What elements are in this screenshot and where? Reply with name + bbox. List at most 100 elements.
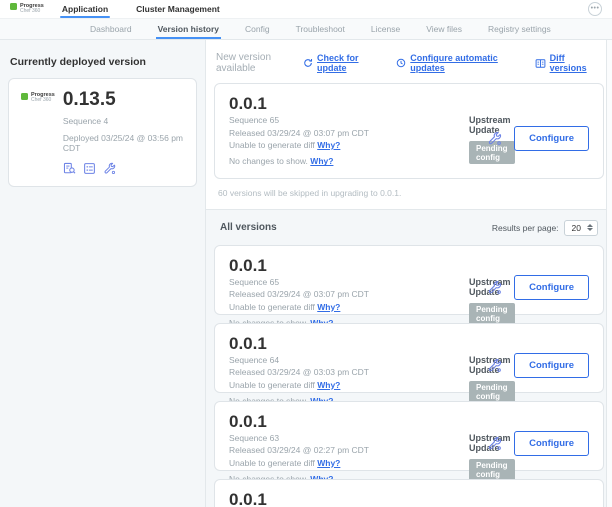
diff-status-line: Unable to generate diff Why? [229, 301, 469, 313]
why-diff-link[interactable]: Why? [317, 380, 340, 390]
deployed-heading: Currently deployed version [10, 56, 195, 68]
deployed-version-card: Progress Chef 360 0.13.5 Sequence 4 Depl… [8, 78, 197, 187]
version-sequence: Sequence 63 [229, 432, 469, 444]
version-row: 0.0.1 Sequence 65 Released 03/29/24 @ 03… [214, 245, 604, 315]
version-released: Released 03/29/24 @ 02:27 pm CDT [229, 444, 469, 456]
version-row: 0.0.1 Sequence 65 Released 03/29/24 @ 03… [214, 83, 604, 179]
main-content: Currently deployed version Progress Chef… [0, 40, 612, 507]
new-version-header: New version available Check for update C… [206, 40, 612, 83]
select-stepper-icon [587, 224, 593, 231]
version-type-block: Upstream Update Pending config [469, 490, 487, 507]
version-type-block: Upstream Update Pending config [469, 94, 487, 168]
ellipsis-menu-icon[interactable]: ••• [588, 2, 602, 16]
diff-status-text: Unable to generate diff [229, 302, 315, 312]
skipped-versions-note: 60 versions will be skipped in upgrading… [206, 179, 612, 209]
version-type-block: Upstream Update Pending config [469, 256, 487, 304]
edit-config-icon[interactable] [487, 131, 502, 146]
top-header: Progress Chef 360 Application Cluster Ma… [0, 0, 612, 18]
configure-button[interactable]: Configure [514, 431, 589, 456]
diff-status-line: Unable to generate diff Why? [229, 457, 469, 469]
app-window: Progress Chef 360 Application Cluster Ma… [0, 0, 612, 507]
version-number: 0.0.1 [229, 412, 469, 432]
release-notes-icon[interactable] [83, 162, 96, 175]
diff-status-text: Unable to generate diff [229, 380, 315, 390]
tab-config[interactable]: Config [245, 19, 270, 39]
version-sequence: Sequence 65 [229, 276, 469, 288]
configure-automatic-updates-link[interactable]: Configure automatic updates [396, 53, 518, 73]
version-info: 0.0.1 Sequence 64 Released 03/29/24 @ 03… [229, 334, 469, 382]
version-released: Released 03/29/24 @ 03:07 pm CDT [229, 288, 469, 300]
version-info: 0.0.1 Sequence 63 Released 03/29/24 @ 02… [229, 412, 469, 460]
version-number: 0.0.1 [229, 490, 469, 507]
version-actions: Configure [487, 256, 589, 304]
diff-icon [535, 58, 546, 69]
edit-config-icon[interactable] [103, 162, 116, 175]
version-info: 0.0.1 Sequence 65 Released 03/29/24 @ 03… [229, 94, 469, 168]
all-versions-heading: All versions [220, 222, 277, 233]
edit-config-icon[interactable] [487, 436, 502, 451]
tab-registry-settings[interactable]: Registry settings [488, 19, 551, 39]
tab-version-history[interactable]: Version history [158, 19, 219, 39]
version-rows-list: 0.0.1 Sequence 65 Released 03/29/24 @ 03… [214, 245, 604, 507]
view-diff-icon[interactable] [63, 162, 76, 175]
upstream-update-label: Upstream Update [469, 355, 487, 375]
version-actions: Configure [487, 490, 589, 507]
version-row: 0.0.1 Sequence 64 Released 03/29/24 @ 03… [214, 323, 604, 393]
refresh-icon [303, 58, 313, 68]
logo-icon [21, 93, 28, 100]
version-sequence: Sequence 65 [229, 114, 469, 126]
tab-license[interactable]: License [371, 19, 400, 39]
deployed-timestamp: Deployed 03/25/24 @ 03:56 pm CDT [63, 133, 184, 153]
upstream-update-label: Upstream Update [469, 277, 487, 297]
deployed-version-number: 0.13.5 [63, 90, 184, 109]
why-diff-link[interactable]: Why? [317, 302, 340, 312]
edit-config-icon[interactable] [487, 358, 502, 373]
configure-button[interactable]: Configure [514, 275, 589, 300]
no-changes-text: No changes to show. [229, 156, 308, 166]
diff-status-line: Unable to generate diff Why? [229, 139, 469, 151]
all-versions-section: All versions Results per page: 20 0.0.1 … [206, 209, 612, 507]
upstream-update-label: Upstream Update [469, 115, 487, 135]
results-per-page-label: Results per page: [492, 223, 559, 233]
configure-button[interactable]: Configure [514, 126, 589, 151]
version-number: 0.0.1 [229, 94, 469, 114]
version-sequence: Sequence 64 [229, 354, 469, 366]
check-for-update-link[interactable]: Check for update [303, 53, 380, 73]
version-type-block: Upstream Update Pending config [469, 412, 487, 460]
version-actions: Configure [487, 94, 589, 168]
tab-application[interactable]: Application [60, 0, 110, 18]
version-info: 0.0.1 Sequence 65 Released 03/29/24 @ 03… [229, 256, 469, 304]
why-diff-link[interactable]: Why? [317, 140, 340, 150]
app-logo: Progress Chef 360 [21, 92, 55, 175]
diff-status-text: Unable to generate diff [229, 458, 315, 468]
configure-button[interactable]: Configure [514, 353, 589, 378]
version-actions: Configure [487, 412, 589, 460]
diff-versions-link[interactable]: Diff versions [535, 53, 596, 73]
version-row: 0.0.1 Sequence 63 Released 03/29/24 @ 02… [214, 401, 604, 471]
version-actions: Configure [487, 334, 589, 382]
deployed-version-panel: Currently deployed version Progress Chef… [0, 40, 206, 507]
scrollbar[interactable] [606, 40, 612, 507]
why-diff-link[interactable]: Why? [317, 458, 340, 468]
version-released: Released 03/29/24 @ 03:07 pm CDT [229, 127, 469, 139]
version-row: 0.0.1 Sequence 62 Released 03/29/24 @ 02… [214, 479, 604, 507]
version-type-block: Upstream Update Pending config [469, 334, 487, 382]
why-changes-link[interactable]: Why? [310, 156, 333, 166]
tab-dashboard[interactable]: Dashboard [90, 19, 132, 39]
diff-status-text: Unable to generate diff [229, 140, 315, 150]
tab-view-files[interactable]: View files [426, 19, 462, 39]
edit-config-icon[interactable] [487, 280, 502, 295]
results-per-page-select[interactable]: 20 [564, 220, 598, 236]
version-info: 0.0.1 Sequence 62 Released 03/29/24 @ 02… [229, 490, 469, 507]
app-logo: Progress Chef 360 [10, 0, 44, 18]
logo-line2: Chef 360 [20, 9, 44, 15]
logo-line2: Chef 360 [31, 98, 55, 104]
schedule-icon [396, 58, 406, 68]
tab-troubleshoot[interactable]: Troubleshoot [296, 19, 345, 39]
tab-cluster-management[interactable]: Cluster Management [134, 0, 222, 18]
version-released: Released 03/29/24 @ 03:03 pm CDT [229, 366, 469, 378]
version-number: 0.0.1 [229, 256, 469, 276]
results-per-page-value: 20 [572, 223, 581, 233]
diff-status-line: Unable to generate diff Why? [229, 379, 469, 391]
upstream-update-label: Upstream Update [469, 433, 487, 453]
